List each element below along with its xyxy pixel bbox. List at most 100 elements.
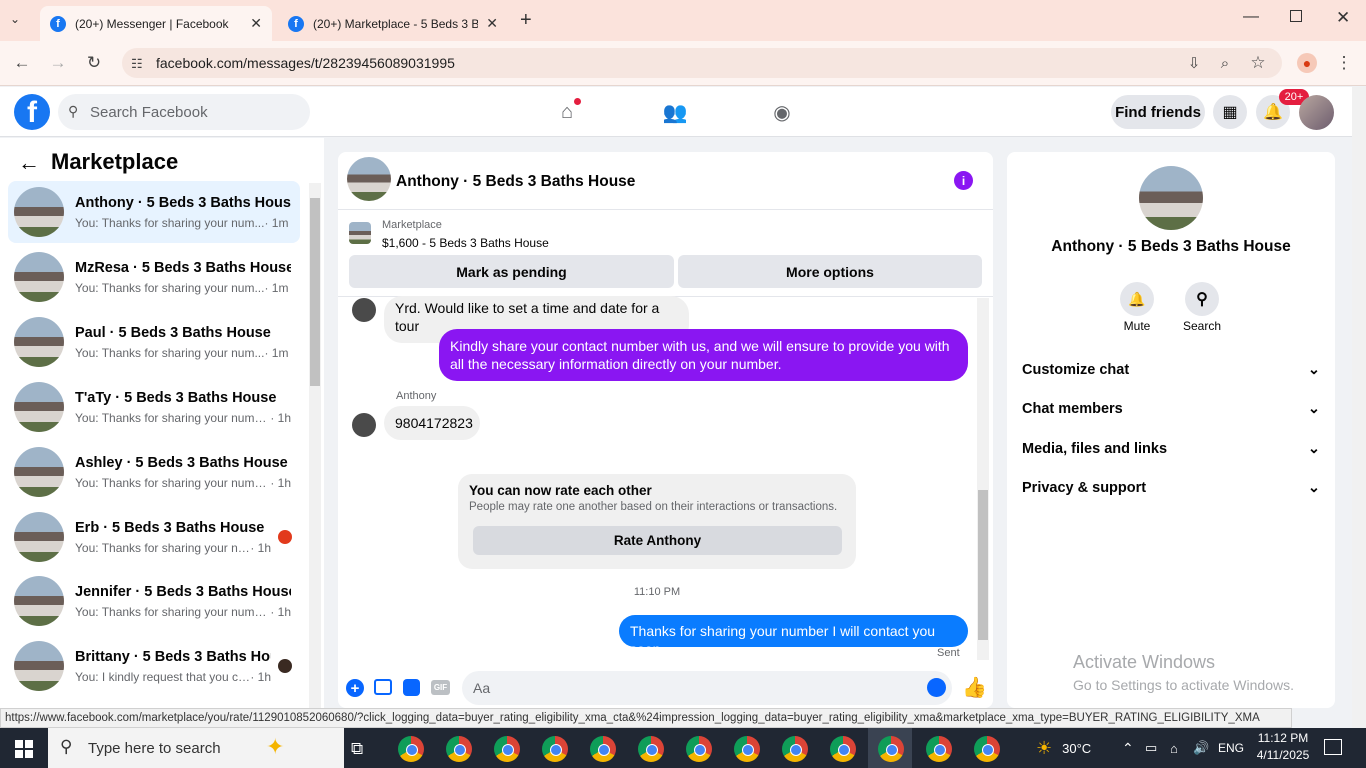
conversation-item[interactable]: Jennifer · 5 Beds 3 Baths House You: Tha… (8, 570, 300, 632)
chrome-taskbar-icon[interactable] (974, 736, 1000, 762)
chrome-taskbar-icon[interactable] (830, 736, 856, 762)
weather-widget[interactable]: ☀ 30°C (1036, 728, 1091, 768)
conversation-item[interactable]: Anthony · 5 Beds 3 Baths House You: Than… (8, 181, 300, 243)
search-label: Search (1182, 319, 1222, 333)
add-attachment-icon[interactable]: + (346, 679, 364, 697)
conversation-time: · 1m (264, 215, 289, 230)
conversation-snippet: You: Thanks for sharing your num... (75, 345, 265, 360)
chrome-taskbar-icon[interactable] (878, 736, 904, 762)
conversation-item[interactable]: T'aTy · 5 Beds 3 Baths House You: Thanks… (8, 376, 300, 438)
zoom-icon[interactable]: ⌕ (1214, 52, 1236, 74)
scrollbar-thumb[interactable] (310, 198, 320, 386)
search-facebook-input[interactable]: ⚲ Search Facebook (58, 94, 310, 130)
friends-icon[interactable]: 👥 (660, 97, 690, 127)
battery-icon[interactable]: ▭ (1145, 728, 1157, 768)
network-icon[interactable]: ⌂ (1170, 728, 1178, 768)
facebook-favicon-icon: f (50, 15, 66, 32)
outgoing-message[interactable]: Thanks for sharing your number I will co… (619, 615, 968, 657)
page-scrollbar[interactable] (1352, 87, 1366, 728)
close-tab-icon[interactable]: ✕ (486, 15, 498, 32)
show-hidden-icons-icon[interactable]: ⌃ (1122, 728, 1134, 768)
back-arrow-icon[interactable]: ← (18, 150, 40, 176)
chat-members-row[interactable]: Chat members ⌄ (1022, 401, 1320, 417)
facebook-logo-icon[interactable]: f (14, 94, 50, 130)
chrome-taskbar-icon[interactable] (734, 736, 760, 762)
conversation-name: Jennifer · 5 Beds 3 Baths House (75, 583, 291, 600)
clock[interactable]: 11:12 PM 4/11/2025 (1254, 730, 1312, 764)
chrome-taskbar-icon[interactable] (494, 736, 520, 762)
conversation-item[interactable]: Ashley · 5 Beds 3 Baths House You: Thank… (8, 441, 300, 503)
conversation-item[interactable]: MzResa · 5 Beds 3 Baths House You: Thank… (8, 246, 300, 308)
taskbar-search-box[interactable]: ⚲ Type here to search ✦ (48, 728, 344, 768)
new-tab-icon[interactable]: + (520, 9, 532, 32)
profile-icon[interactable]: ● (1297, 53, 1317, 73)
restore-icon[interactable] (1290, 10, 1302, 22)
message-timestamp: 11:10 PM (633, 586, 681, 598)
chevron-down-icon: ⌄ (1307, 480, 1320, 496)
chrome-taskbar-icon[interactable] (398, 736, 424, 762)
sticker-icon[interactable] (403, 679, 420, 696)
address-bar[interactable]: facebook.com/messages/t/2823945608903199… (122, 48, 1282, 78)
listing-title[interactable]: $1,600 - 5 Beds 3 Baths House (382, 236, 549, 250)
browser-menu-icon[interactable]: ⋮ (1333, 52, 1355, 74)
info-icon[interactable]: i (954, 171, 973, 190)
chrome-taskbar-icon[interactable] (686, 736, 712, 762)
mark-as-pending-button[interactable]: Mark as pending (349, 255, 674, 288)
language-indicator[interactable]: ENG (1218, 728, 1244, 768)
thumbs-up-icon[interactable]: 👍 (962, 675, 987, 700)
conversation-item[interactable]: Brittany · 5 Beds 3 Baths House You: I k… (8, 635, 300, 697)
volume-icon[interactable]: 🔊 (1193, 728, 1209, 768)
conversation-time: · 1m (264, 280, 289, 295)
chrome-taskbar-icon[interactable] (926, 736, 952, 762)
tab-messenger[interactable]: f (20+) Messenger | Facebook ✕ (40, 6, 272, 41)
tab-search-chevron-icon[interactable]: ⌄ (10, 12, 20, 26)
close-window-icon[interactable]: ✕ (1336, 8, 1350, 28)
chrome-taskbar-icon[interactable] (542, 736, 568, 762)
sender-avatar[interactable] (352, 298, 376, 322)
chrome-taskbar-icon[interactable] (446, 736, 472, 762)
conversation-item[interactable]: Erb · 5 Beds 3 Baths House You: Thanks f… (8, 506, 300, 568)
menu-grid-icon[interactable]: ▦ (1213, 95, 1247, 129)
chrome-taskbar-icon[interactable] (590, 736, 616, 762)
close-tab-icon[interactable]: ✕ (250, 15, 262, 32)
rate-anthony-button[interactable]: Rate Anthony (473, 526, 842, 555)
search-icon: ⚲ (68, 103, 79, 119)
groups-icon[interactable]: ◉ (767, 97, 797, 127)
search-in-conversation-icon[interactable]: ⚲ (1185, 282, 1219, 316)
bookmark-star-icon[interactable]: ☆ (1247, 52, 1269, 74)
chat-header-avatar[interactable] (347, 157, 391, 201)
emoji-icon[interactable] (927, 678, 946, 697)
incoming-message-phone[interactable]: 9804172823 (384, 406, 480, 440)
notification-center-icon[interactable] (1324, 739, 1342, 755)
conversation-avatar[interactable] (1139, 166, 1203, 230)
gif-icon[interactable]: GIF (431, 680, 450, 695)
sender-avatar[interactable] (352, 413, 376, 437)
minimize-icon[interactable]: — (1243, 8, 1259, 26)
conversation-item[interactable]: Paul · 5 Beds 3 Baths House You: Thanks … (8, 311, 300, 373)
chrome-taskbar-icon[interactable] (782, 736, 808, 762)
chevron-down-icon: ⌄ (1307, 362, 1320, 378)
windows-start-icon[interactable] (15, 740, 33, 758)
tab-marketplace[interactable]: f (20+) Marketplace - 5 Beds 3 Ba ✕ (278, 6, 508, 41)
chat-title[interactable]: Anthony · 5 Beds 3 Baths House (396, 173, 635, 191)
privacy-support-row[interactable]: Privacy & support ⌄ (1022, 480, 1320, 496)
conversation-name-heading: Anthony · 5 Beds 3 Baths House (1051, 238, 1291, 255)
outgoing-message[interactable]: Kindly share your contact number with us… (439, 329, 968, 381)
chrome-taskbar-icon[interactable] (638, 736, 664, 762)
task-view-icon[interactable]: ⧉ (351, 739, 363, 759)
install-app-icon[interactable]: ⇩ (1183, 52, 1205, 74)
more-options-button[interactable]: More options (678, 255, 982, 288)
taskbar-search-placeholder: Type here to search (88, 739, 221, 757)
media-files-links-row[interactable]: Media, files and links ⌄ (1022, 441, 1320, 457)
photo-icon[interactable] (374, 679, 392, 695)
reload-icon[interactable]: ↻ (83, 52, 105, 74)
forward-icon[interactable]: → (47, 52, 69, 74)
back-icon[interactable]: ← (11, 52, 33, 74)
customize-chat-row[interactable]: Customize chat ⌄ (1022, 362, 1320, 378)
find-friends-button[interactable]: Find friends (1111, 95, 1205, 129)
mute-bell-icon[interactable]: 🔔 (1120, 282, 1154, 316)
account-avatar[interactable] (1299, 95, 1334, 130)
site-info-icon[interactable]: ☷ (131, 56, 143, 72)
message-input[interactable]: Aa (462, 671, 952, 705)
scrollbar-thumb[interactable] (978, 490, 988, 640)
